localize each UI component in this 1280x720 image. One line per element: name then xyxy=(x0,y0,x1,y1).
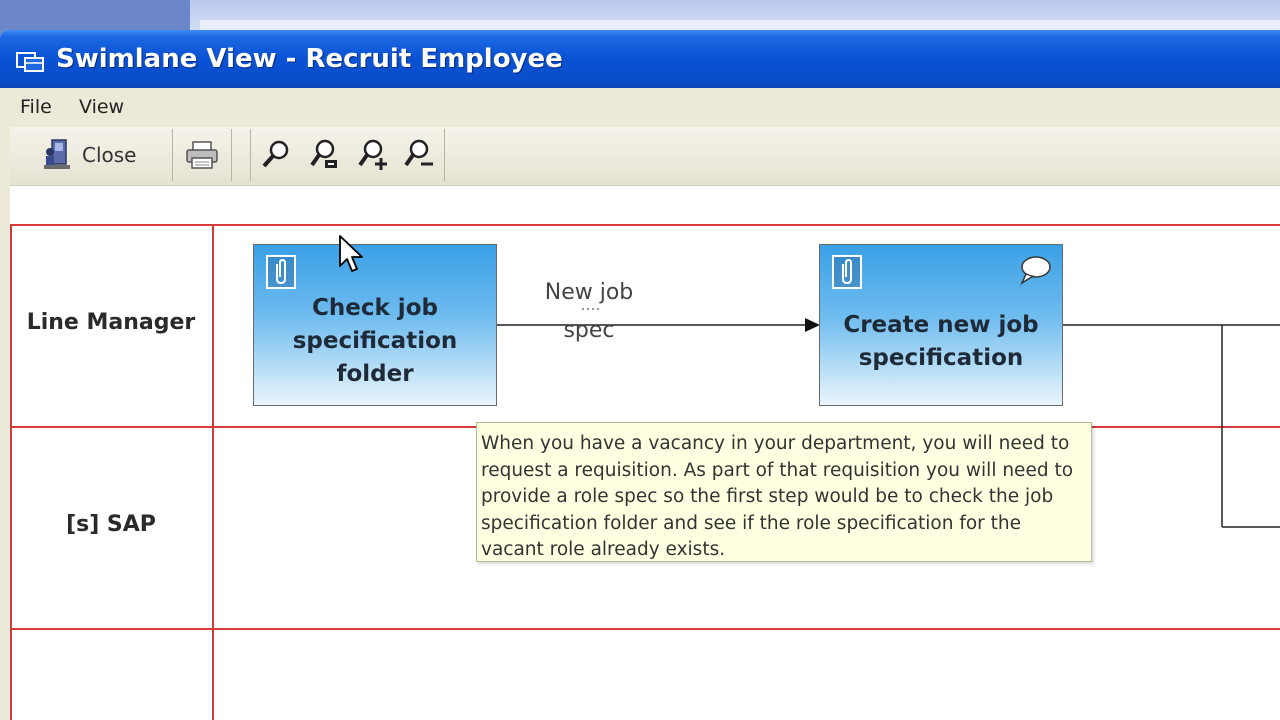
toolbar: Close xyxy=(10,127,1280,186)
menu-view[interactable]: View xyxy=(79,96,124,118)
attachment-icon[interactable] xyxy=(832,255,862,289)
task-2-label-line-1: Create new job xyxy=(843,312,1039,338)
tooltip-text: When you have a vacancy in your departme… xyxy=(481,433,1074,560)
zoom-in-icon xyxy=(358,139,387,170)
swimlane-app-icon xyxy=(16,52,44,72)
paperclip-icon xyxy=(842,258,852,285)
zoom-out-button[interactable] xyxy=(403,129,435,181)
task-check-job-specification-folder[interactable]: Check job specification folder xyxy=(253,244,497,406)
zoom-out-icon xyxy=(404,139,433,167)
menu-file[interactable]: File xyxy=(20,96,52,118)
mouse-cursor-icon xyxy=(339,235,363,272)
flow-label-line-2: spec xyxy=(563,318,615,343)
attachment-icon[interactable] xyxy=(266,255,296,289)
menu-bar: File View xyxy=(0,88,1280,126)
background-window xyxy=(190,0,1280,31)
zoom-fit-button[interactable] xyxy=(309,129,341,181)
zoom-button[interactable] xyxy=(261,129,291,181)
task-1-label-line-1: Check job xyxy=(312,295,438,321)
task-1-label-line-2: specification xyxy=(292,328,458,354)
swimlane-window: Swimlane View - Recruit Employee File Vi… xyxy=(0,30,1280,720)
close-button-label: Close xyxy=(82,143,137,167)
task-2-label-line-2: specification xyxy=(858,345,1024,371)
comment-bubble-icon[interactable] xyxy=(1018,255,1052,285)
toolbar-group-print xyxy=(173,129,232,181)
printer-icon xyxy=(186,141,218,169)
title-bar[interactable]: Swimlane View - Recruit Employee xyxy=(0,30,1280,88)
flow-label-line-1: New job xyxy=(544,280,634,305)
close-button[interactable]: Close xyxy=(42,129,136,181)
paperclip-icon xyxy=(276,258,286,285)
print-button[interactable] xyxy=(185,129,219,181)
swimlane-canvas[interactable]: Line Manager [s] SAP New job spec Check … xyxy=(10,186,1280,720)
flow-label-new-job-spec: New job spec xyxy=(524,274,654,350)
window-title: Swimlane View - Recruit Employee xyxy=(56,44,563,74)
task-tooltip: When you have a vacancy in your departme… xyxy=(476,422,1092,562)
task-1-label-line-3: folder xyxy=(336,361,414,387)
zoom-in-button[interactable] xyxy=(357,129,389,181)
close-door-icon xyxy=(44,139,70,169)
flow-arrow-head xyxy=(805,318,820,332)
toolbar-group-close: Close xyxy=(10,129,173,181)
toolbar-group-zoom xyxy=(250,129,445,181)
zoom-fit-icon xyxy=(310,139,337,168)
task-create-new-job-specification[interactable]: Create new job specification xyxy=(819,244,1063,406)
background-window-strip xyxy=(200,20,1280,30)
zoom-icon xyxy=(262,140,289,168)
